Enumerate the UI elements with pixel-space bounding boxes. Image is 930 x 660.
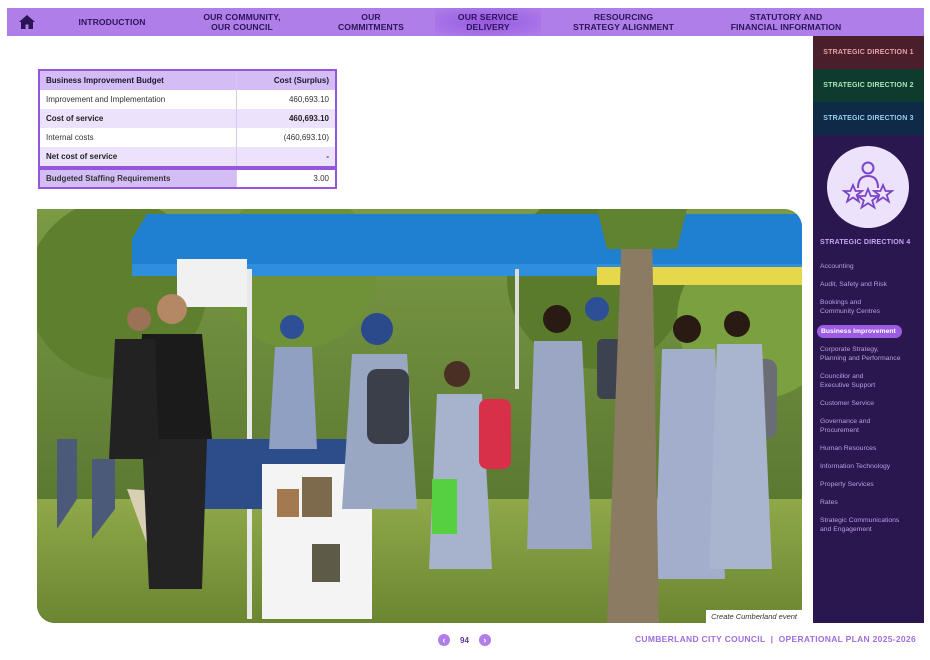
event-photo: Create Cumberland event	[37, 209, 802, 623]
event-photo-illustration	[37, 209, 802, 623]
header-label: Business Improvement Budget	[40, 71, 237, 90]
sidebar-submenu: Accounting Audit, Safety and Risk Bookin…	[813, 262, 924, 543]
row-label: Net cost of service	[40, 147, 237, 166]
header-value: Cost (Surplus)	[273, 76, 329, 85]
nav-label: INTRODUCTION	[78, 17, 146, 27]
strategic-direction-1[interactable]: STRATEGIC DIRECTION 1	[813, 36, 924, 69]
home-icon	[19, 15, 35, 29]
sidebar-item-councillor-support[interactable]: Councillor and Executive Support	[813, 372, 924, 390]
budget-table: Business Improvement Budget Cost (Surplu…	[38, 69, 337, 168]
sidebar-item-property-services[interactable]: Property Services	[813, 480, 924, 489]
sidebar-item-bookings[interactable]: Bookings and Community Centres	[813, 298, 924, 316]
nav-our-service-delivery[interactable]: OUR SERVICE DELIVERY	[435, 8, 541, 36]
table-row: Cost of service 460,693.10	[40, 109, 335, 128]
table-row: Improvement and Implementation 460,693.1…	[40, 90, 335, 109]
row-value: -	[326, 152, 329, 161]
sidebar-item-accounting[interactable]: Accounting	[813, 262, 924, 271]
row-label: Internal costs	[40, 128, 237, 147]
row-label: Improvement and Implementation	[40, 90, 237, 109]
nav-our-commitments[interactable]: OUR COMMITMENTS	[307, 8, 435, 36]
footer-title: CUMBERLAND CITY COUNCIL | OPERATIONAL PL…	[634, 634, 916, 644]
sidebar-item-audit-safety-risk[interactable]: Audit, Safety and Risk	[813, 280, 924, 289]
nav-our-community[interactable]: OUR COMMUNITY, OUR COUNCIL	[177, 8, 307, 36]
staffing-value: 3.00	[313, 174, 329, 183]
chevron-left-icon[interactable]: ‹	[438, 634, 450, 646]
table-row: Net cost of service -	[40, 147, 335, 166]
sidebar-item-business-improvement[interactable]: Business Improvement	[817, 325, 902, 338]
strategic-direction-3[interactable]: STRATEGIC DIRECTION 3	[813, 102, 924, 135]
sidebar-item-corporate-strategy[interactable]: Corporate Strategy, Planning and Perform…	[813, 345, 924, 363]
table-row: Budgeted Staffing Requirements 3.00	[40, 170, 335, 187]
sidebar-item-rates[interactable]: Rates	[813, 498, 924, 507]
row-value: (460,693.10)	[283, 133, 329, 142]
photo-caption: Create Cumberland event	[706, 610, 802, 623]
chevron-right-icon[interactable]: ›	[478, 634, 491, 646]
sidebar-item-human-resources[interactable]: Human Resources	[813, 444, 924, 453]
nav-label: OUR COMMITMENTS	[337, 12, 405, 32]
row-label: Cost of service	[40, 109, 237, 128]
row-value: 460,693.10	[288, 114, 329, 123]
nav-label: OUR COMMUNITY, OUR COUNCIL	[203, 12, 281, 32]
nav-label: STATUTORY AND FINANCIAL INFORMATION	[730, 12, 842, 32]
row-value: 460,693.10	[288, 95, 329, 104]
staffing-label: Budgeted Staffing Requirements	[40, 170, 237, 187]
sidebar-item-governance[interactable]: Governance and Procurement	[813, 417, 924, 435]
top-navigation: INTRODUCTION OUR COMMUNITY, OUR COUNCIL …	[7, 8, 924, 36]
staffing-table: Budgeted Staffing Requirements 3.00	[38, 168, 337, 189]
sidebar-item-customer-service[interactable]: Customer Service	[813, 399, 924, 408]
page-number: 94	[460, 635, 469, 645]
nav-label: RESOURCING STRATEGY ALIGNMENT	[573, 12, 674, 32]
sidebar-item-information-technology[interactable]: Information Technology	[813, 462, 924, 471]
nav-introduction[interactable]: INTRODUCTION	[47, 8, 177, 36]
table-row: Internal costs (460,693.10)	[40, 128, 335, 147]
sidebar-item-strategic-communications[interactable]: Strategic Communications and Engagement	[813, 516, 924, 534]
people-stars-icon	[827, 146, 909, 228]
strategic-direction-4[interactable]: STRATEGIC DIRECTION 4	[820, 239, 910, 246]
nav-resourcing-strategy[interactable]: RESOURCING STRATEGY ALIGNMENT	[541, 8, 706, 36]
nav-statutory-financial[interactable]: STATUTORY AND FINANCIAL INFORMATION	[706, 8, 866, 36]
strategic-sidebar: STRATEGIC DIRECTION 1 STRATEGIC DIRECTIO…	[813, 36, 924, 623]
home-button[interactable]	[7, 8, 47, 36]
page-navigation: ‹ 94 ›	[438, 634, 491, 646]
strategic-direction-2[interactable]: STRATEGIC DIRECTION 2	[813, 69, 924, 102]
nav-label: OUR SERVICE DELIVERY	[457, 12, 519, 32]
table-header-row: Business Improvement Budget Cost (Surplu…	[40, 71, 335, 90]
